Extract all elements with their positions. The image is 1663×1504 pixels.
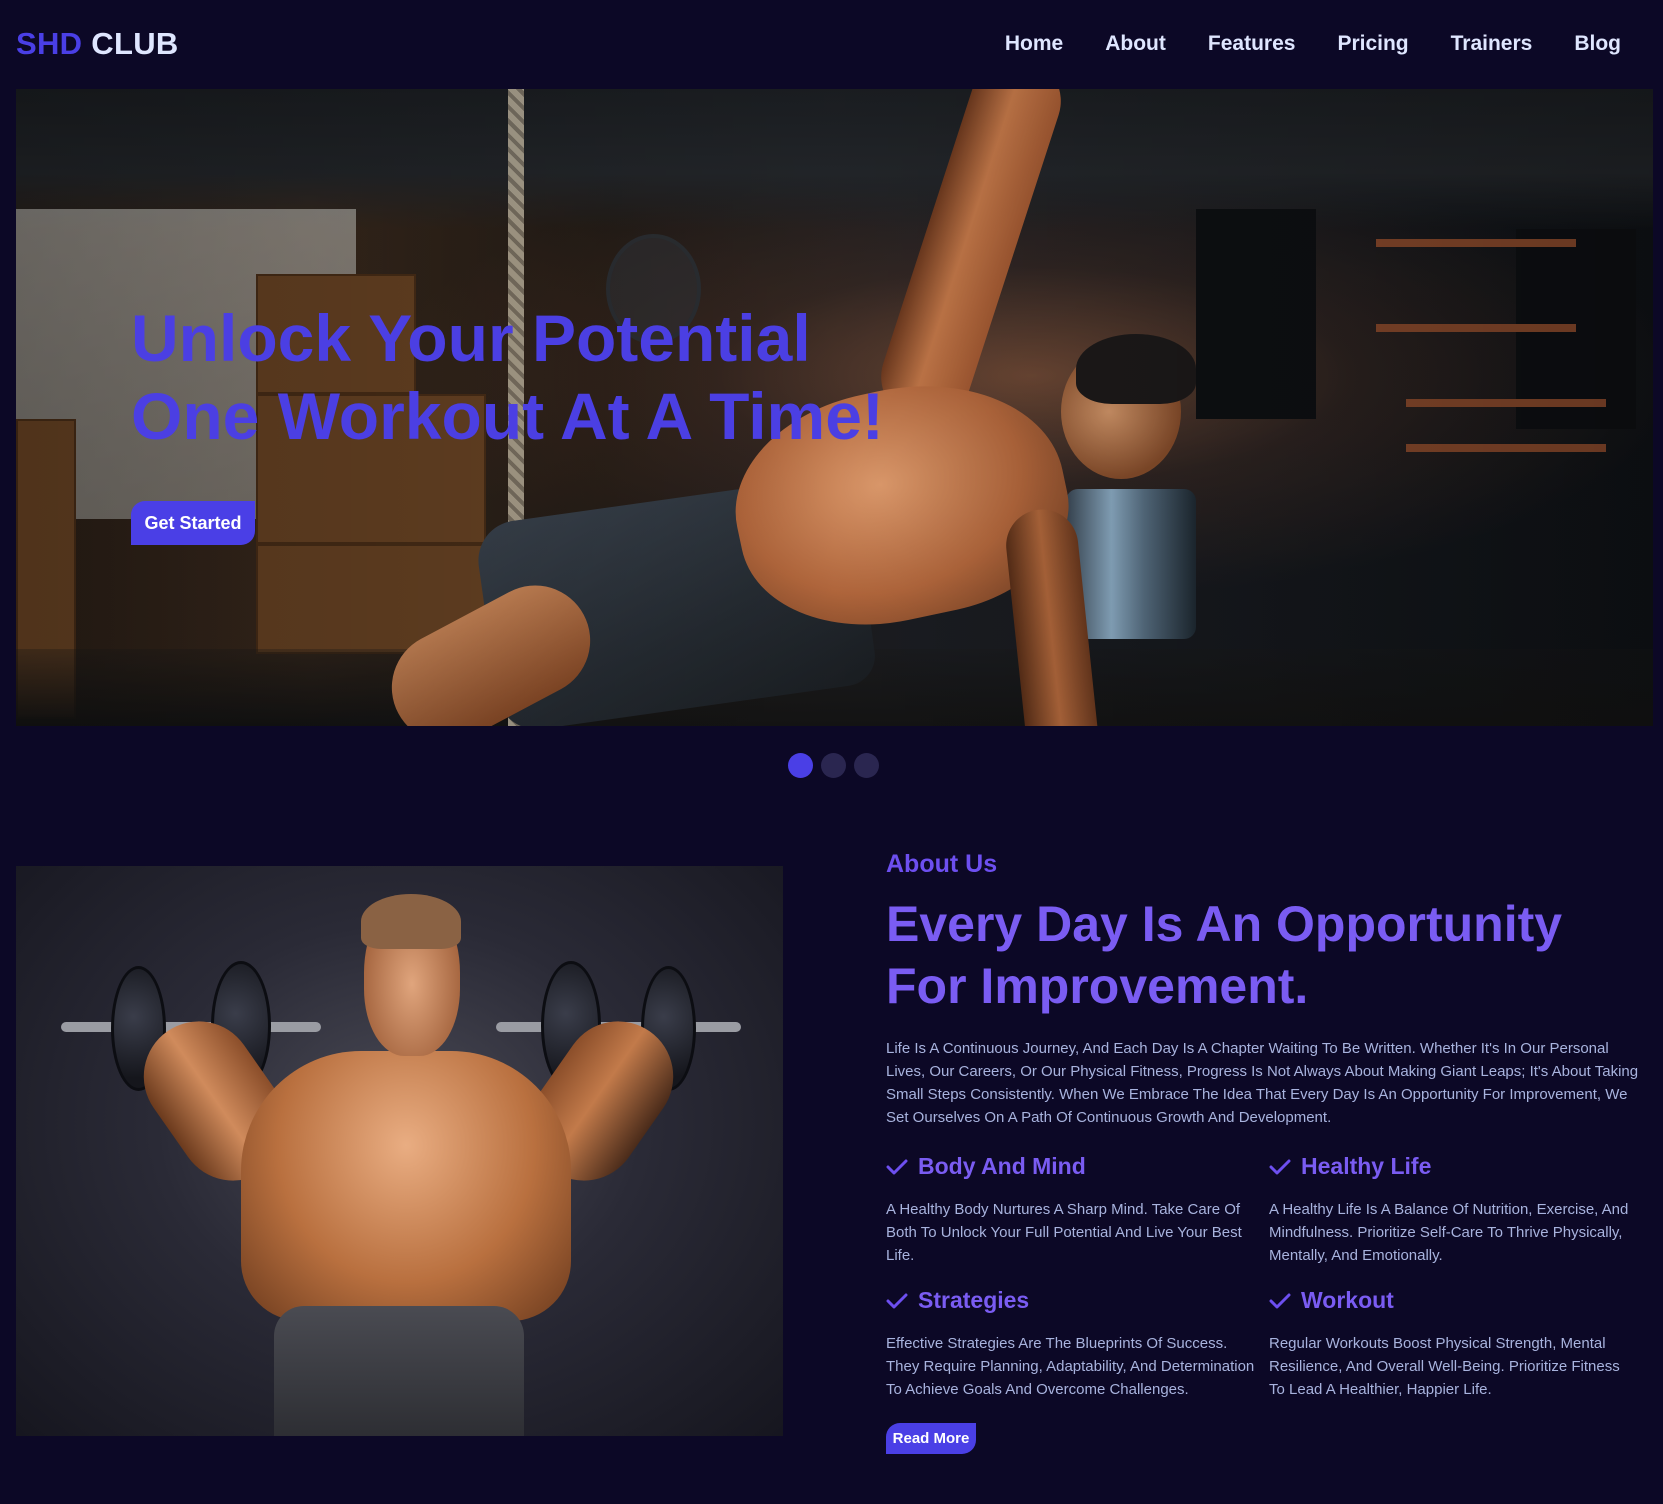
logo[interactable]: SHD CLUB	[16, 26, 179, 62]
feature-title: Strategies	[918, 1287, 1030, 1313]
logo-text: CLUB	[91, 26, 179, 61]
nav-link-pricing[interactable]: Pricing	[1337, 32, 1408, 56]
carousel-dots	[788, 753, 879, 778]
about-athlete-hair	[361, 894, 461, 949]
feature-title: Workout	[1301, 1287, 1394, 1313]
logo-brand: SHD	[16, 26, 83, 61]
feature-head: Healthy Life	[1269, 1153, 1646, 1180]
hero-banner: Unlock Your Potential One Workout At A T…	[16, 89, 1653, 726]
feature-item: Body And Mind A Healthy Body Nurtures A …	[886, 1153, 1269, 1267]
about-athlete-torso	[241, 1051, 571, 1321]
nav-links: Home About Features Pricing Trainers Blo…	[1005, 32, 1621, 56]
carousel-dot-3[interactable]	[854, 753, 879, 778]
nav-link-about[interactable]: About	[1105, 32, 1166, 56]
feature-item: Workout Regular Workouts Boost Physical …	[1269, 1287, 1646, 1401]
get-started-button[interactable]: Get Started	[131, 501, 255, 545]
about-title: Every Day Is An Opportunity For Improvem…	[886, 896, 1563, 1014]
nav-link-trainers[interactable]: Trainers	[1451, 32, 1533, 56]
about-paragraph: Life Is A Continuous Journey, And Each D…	[886, 1040, 1639, 1126]
check-icon	[886, 1159, 908, 1174]
about-image	[16, 866, 783, 1436]
read-more-button[interactable]: Read More	[886, 1423, 976, 1454]
about-athlete-pants	[274, 1306, 524, 1436]
carousel-dot-1[interactable]	[788, 753, 813, 778]
nav-link-home[interactable]: Home	[1005, 32, 1063, 56]
about-kicker: About Us	[886, 850, 998, 878]
feature-description: Regular Workouts Boost Physical Strength…	[1269, 1335, 1620, 1398]
feature-title: Healthy Life	[1301, 1153, 1432, 1179]
feature-head: Workout	[1269, 1287, 1646, 1314]
check-icon	[1269, 1293, 1291, 1308]
feature-description: Effective Strategies Are The Blueprints …	[886, 1335, 1255, 1398]
hero-title-line2: One Workout At A Time!	[131, 379, 884, 453]
feature-head: Strategies	[886, 1287, 1269, 1314]
hero-title: Unlock Your Potential One Workout At A T…	[131, 299, 891, 455]
carousel-dot-2[interactable]	[821, 753, 846, 778]
feature-description: A Healthy Body Nurtures A Sharp Mind. Ta…	[886, 1201, 1242, 1264]
feature-item: Strategies Effective Strategies Are The …	[886, 1287, 1269, 1401]
navbar: SHD CLUB Home About Features Pricing Tra…	[0, 0, 1663, 88]
hero-title-line1: Unlock Your Potential	[131, 301, 811, 375]
nav-link-features[interactable]: Features	[1208, 32, 1296, 56]
feature-item: Healthy Life A Healthy Life Is A Balance…	[1269, 1153, 1646, 1267]
feature-grid: Body And Mind A Healthy Body Nurtures A …	[886, 1153, 1646, 1401]
check-icon	[886, 1293, 908, 1308]
feature-title: Body And Mind	[918, 1153, 1086, 1179]
nav-link-blog[interactable]: Blog	[1574, 32, 1621, 56]
about-section: About Us Every Day Is An Opportunity For…	[886, 850, 1646, 1401]
check-icon	[1269, 1159, 1291, 1174]
feature-head: Body And Mind	[886, 1153, 1269, 1180]
feature-description: A Healthy Life Is A Balance Of Nutrition…	[1269, 1201, 1629, 1264]
